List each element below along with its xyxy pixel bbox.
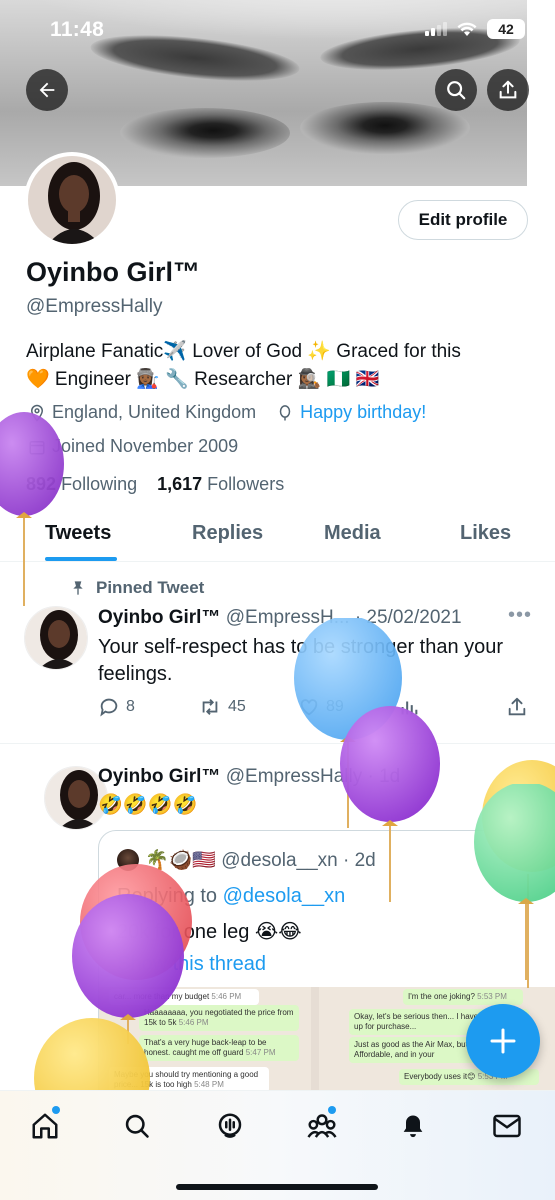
tab-replies[interactable]: Replies: [192, 522, 263, 545]
search-icon: [447, 81, 466, 100]
retweet-icon: [202, 699, 218, 715]
home-icon: [32, 1113, 58, 1139]
balloon-purple-center: [340, 706, 440, 902]
nav-search[interactable]: [120, 1109, 154, 1143]
nav-messages[interactable]: [490, 1109, 524, 1143]
share-icon: [499, 80, 517, 99]
back-button[interactable]: [26, 69, 68, 111]
retweet-count: 45: [228, 698, 246, 715]
followers-label: Followers: [207, 474, 285, 494]
balloon-yellow-bottom: [34, 1018, 150, 1092]
followers-count: 1,617: [157, 474, 203, 494]
nav-spaces[interactable]: [213, 1109, 247, 1143]
communities-icon: [307, 1114, 337, 1138]
share-icon: [508, 697, 526, 716]
bio-line: Airplane Fanatic✈️ Lover of God ✨ Graced…: [26, 341, 461, 362]
tweet-author-name[interactable]: Oyinbo Girl™: [98, 766, 220, 787]
wifi-icon: [457, 22, 477, 36]
search-icon: [125, 1114, 149, 1138]
tweet-author-name[interactable]: Oyinbo Girl™: [98, 607, 220, 628]
balloon-icon: [279, 404, 291, 420]
reply-button[interactable]: 8: [98, 696, 135, 718]
retweet-button[interactable]: 45: [198, 696, 246, 718]
mail-icon: [493, 1114, 521, 1138]
balloon-purple-left: [0, 412, 64, 606]
tweet-divider: [0, 743, 555, 744]
bell-icon: [403, 1115, 423, 1138]
home-indicator: [176, 1184, 378, 1190]
profile-display-name: Oyinbo Girl™: [26, 257, 201, 287]
reply-icon: [100, 698, 118, 717]
following-label: Following: [61, 474, 138, 494]
birthday-link[interactable]: Happy birthday!: [300, 402, 426, 423]
chat-bubble: I'm the one joking? 5:53 PM: [403, 989, 523, 1005]
communities-notification-dot: [328, 1106, 336, 1114]
share-tweet-button[interactable]: [506, 696, 528, 718]
more-options-icon[interactable]: •••: [508, 604, 532, 627]
compose-tweet-button[interactable]: [466, 1004, 540, 1078]
tweet-text: 🤣🤣🤣🤣: [98, 794, 198, 816]
pinned-text: Pinned Tweet: [96, 578, 205, 597]
nav-home[interactable]: [28, 1109, 62, 1143]
home-notification-dot: [52, 1106, 60, 1114]
followers-link[interactable]: 1,617 Followers: [157, 474, 284, 495]
profile-bio: Airplane Fanatic✈️ Lover of God ✨ Graced…: [26, 338, 536, 394]
replying-handle[interactable]: @desola__xn: [223, 885, 346, 907]
joined-date: Joined November 2009: [52, 436, 239, 456]
reply-count: 8: [126, 698, 135, 715]
spaces-icon: [218, 1113, 242, 1138]
edit-profile-button[interactable]: Edit profile: [398, 200, 528, 240]
pin-icon: [73, 581, 83, 595]
balloon-green: [474, 784, 555, 980]
bio-line: 🧡 Engineer 👩🏾‍🏭 🔧 Researcher 🕵🏾‍♀️ 🇳🇬 🇬🇧: [26, 369, 380, 390]
profile-handle: @EmpressHally: [26, 296, 163, 317]
status-time: 11:48: [50, 18, 105, 41]
nav-communities[interactable]: [305, 1109, 339, 1143]
battery-indicator: 42: [487, 19, 525, 39]
signal-icon: [425, 22, 447, 36]
tweet-avatar[interactable]: [24, 606, 88, 670]
pinned-label: Pinned Tweet: [70, 578, 204, 598]
arrow-left-icon: [39, 82, 55, 98]
plus-icon: [490, 1028, 516, 1054]
profile-avatar[interactable]: [24, 152, 120, 248]
search-button[interactable]: [435, 69, 477, 111]
nav-notifications[interactable]: [396, 1109, 430, 1143]
status-icons: 42: [425, 19, 525, 39]
profile-tabs: Tweets Replies Media Likes: [0, 510, 555, 562]
tab-likes[interactable]: Likes: [460, 522, 511, 545]
profile-location: England, United Kingdom: [52, 402, 257, 422]
share-button[interactable]: [487, 69, 529, 111]
tab-media[interactable]: Media: [324, 522, 381, 545]
profile-meta: England, United Kingdom Happy birthday!: [28, 402, 426, 423]
